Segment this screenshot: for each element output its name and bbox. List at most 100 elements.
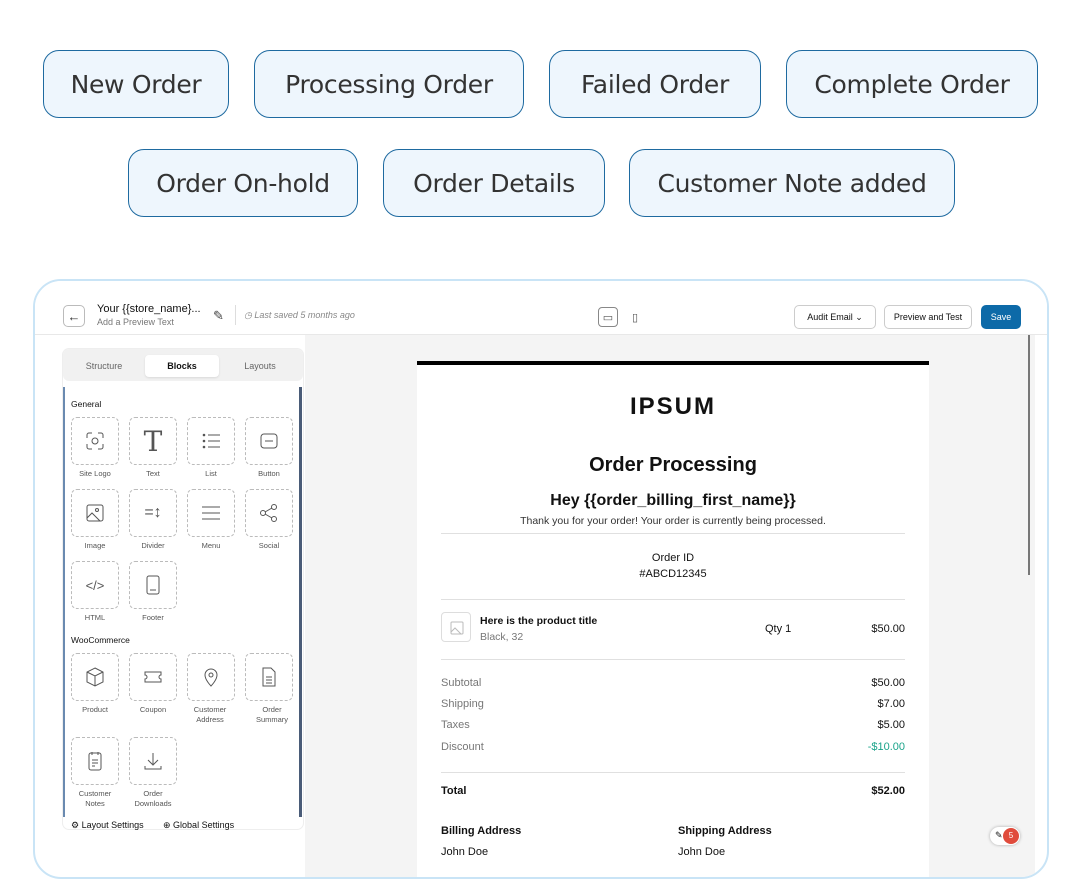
product-block[interactable]: [71, 653, 119, 701]
tab-customer-note-added[interactable]: Customer Note added: [629, 149, 955, 217]
button-block[interactable]: [245, 417, 293, 465]
email-heading: Order Processing: [589, 454, 757, 476]
email-preview: IPSUM Order Processing Hey {{order_billi…: [417, 361, 929, 877]
desktop-view-icon[interactable]: ▭: [598, 307, 618, 327]
pencil-icon[interactable]: ✎: [213, 308, 224, 324]
text-label: Text: [146, 469, 160, 478]
audit-email-dropdown[interactable]: Audit Email ⌄: [794, 305, 876, 329]
layout-settings-button[interactable]: ⚙ Layout Settings: [71, 820, 144, 831]
product-label: Product: [82, 705, 108, 714]
text-block[interactable]: T: [129, 417, 177, 465]
discount-value: -$10.00: [867, 741, 905, 753]
order-downloads-label: Order Downloads: [134, 789, 172, 808]
tab-structure[interactable]: Structure: [67, 355, 141, 377]
coupon-label: Coupon: [139, 705, 167, 714]
gear-icon: ⚙: [71, 820, 82, 830]
audit-email-label: Audit Email: [807, 312, 853, 322]
email-canvas: IPSUM Order Processing Hey {{order_billi…: [305, 335, 1035, 877]
customer-address-block[interactable]: [187, 653, 235, 701]
customer-address-label: Customer Address: [193, 705, 227, 724]
save-button[interactable]: Save: [981, 305, 1021, 329]
order-id: #ABCD12345: [639, 568, 707, 580]
shipping-address-title: Shipping Address: [678, 825, 772, 837]
site-logo-block[interactable]: [71, 417, 119, 465]
social-block[interactable]: [245, 489, 293, 537]
product-title: Here is the product title: [480, 615, 598, 627]
tab-layouts[interactable]: Layouts: [223, 355, 297, 377]
tab-failed-order[interactable]: Failed Order: [549, 50, 761, 118]
subtotal-value: $50.00: [871, 677, 905, 689]
footer-label: Footer: [142, 613, 164, 622]
order-id-label: Order ID: [651, 552, 695, 564]
notification-count: 5: [1003, 828, 1019, 844]
editor-topbar: ← Your {{store_name}... Add a Preview Te…: [35, 281, 1047, 335]
separator: [441, 599, 905, 600]
list-label: List: [205, 469, 217, 478]
total-value: $52.00: [871, 785, 905, 797]
tab-blocks[interactable]: Blocks: [145, 355, 219, 377]
divider-block[interactable]: =↕: [129, 489, 177, 537]
customer-notes-label: Customer Notes: [78, 789, 112, 808]
layout-settings-label: Layout Settings: [81, 820, 144, 830]
panel-edge: [63, 387, 65, 817]
divider: [235, 305, 236, 325]
footer-block[interactable]: [129, 561, 177, 609]
html-label: HTML: [84, 613, 106, 622]
taxes-label: Taxes: [441, 719, 470, 731]
total-label: Total: [441, 785, 467, 797]
notification-badge[interactable]: ✎ 5: [990, 827, 1020, 845]
tab-order-on-hold[interactable]: Order On-hold: [128, 149, 358, 217]
intro-text: Thank you for your order! Your order is …: [520, 515, 826, 527]
tab-order-details[interactable]: Order Details: [383, 149, 605, 217]
separator: [441, 659, 905, 660]
shipping-label: Shipping: [441, 698, 484, 710]
menu-label: Menu: [201, 541, 221, 550]
tab-complete-order[interactable]: Complete Order: [786, 50, 1038, 118]
image-label: Image: [84, 541, 106, 550]
order-summary-label: Order Summary: [255, 705, 289, 724]
product-variant: Black, 32: [480, 631, 524, 643]
canvas-scrollbar[interactable]: [1028, 335, 1030, 575]
discount-label: Discount: [441, 741, 484, 753]
global-settings-label: Global Settings: [173, 820, 235, 830]
billing-address-title: Billing Address: [441, 825, 522, 837]
image-block[interactable]: [71, 489, 119, 537]
panel-tabs: Structure Blocks Layouts: [63, 349, 303, 381]
list-block[interactable]: [187, 417, 235, 465]
last-saved-text: Last saved 5 months ago: [254, 310, 355, 320]
billing-name: John Doe: [441, 846, 489, 858]
editor-window: ← Your {{store_name}... Add a Preview Te…: [33, 279, 1049, 879]
brand-logo: IPSUM: [629, 393, 716, 420]
greeting: Hey {{order_billing_first_name}}: [550, 492, 796, 509]
menu-block[interactable]: [187, 489, 235, 537]
product-image-placeholder: [441, 612, 471, 642]
global-settings-button[interactable]: ⊕ Global Settings: [163, 820, 234, 831]
preview-test-button[interactable]: Preview and Test: [884, 305, 972, 329]
mobile-view-icon[interactable]: ▯: [625, 307, 645, 327]
panel-scrollbar[interactable]: [299, 387, 302, 817]
shipping-value: $7.00: [877, 698, 905, 710]
separator: [441, 772, 905, 773]
order-summary-block[interactable]: [245, 653, 293, 701]
divider-label: Divider: [141, 541, 165, 550]
back-arrow-icon[interactable]: ←: [63, 305, 85, 327]
product-price: $50.00: [871, 623, 905, 635]
email-subject[interactable]: Your {{store_name}...: [97, 303, 201, 315]
html-block[interactable]: </>: [71, 561, 119, 609]
feather-icon: ✎: [995, 830, 1003, 840]
product-qty: Qty 1: [765, 623, 792, 635]
subtotal-label: Subtotal: [441, 677, 482, 689]
preview-text[interactable]: Add a Preview Text: [97, 317, 174, 327]
tab-new-order[interactable]: New Order: [43, 50, 229, 118]
social-label: Social: [258, 541, 280, 550]
shipping-name: John Doe: [678, 846, 726, 858]
woocommerce-heading: WooCommerce: [71, 635, 130, 645]
separator: [441, 533, 905, 534]
tab-processing-order[interactable]: Processing Order: [254, 50, 524, 118]
taxes-value: $5.00: [877, 719, 905, 731]
coupon-block[interactable]: [129, 653, 177, 701]
customer-notes-block[interactable]: [71, 737, 119, 785]
globe-icon: ⊕: [163, 820, 174, 830]
order-downloads-block[interactable]: [129, 737, 177, 785]
site-logo-label: Site Logo: [79, 469, 111, 478]
